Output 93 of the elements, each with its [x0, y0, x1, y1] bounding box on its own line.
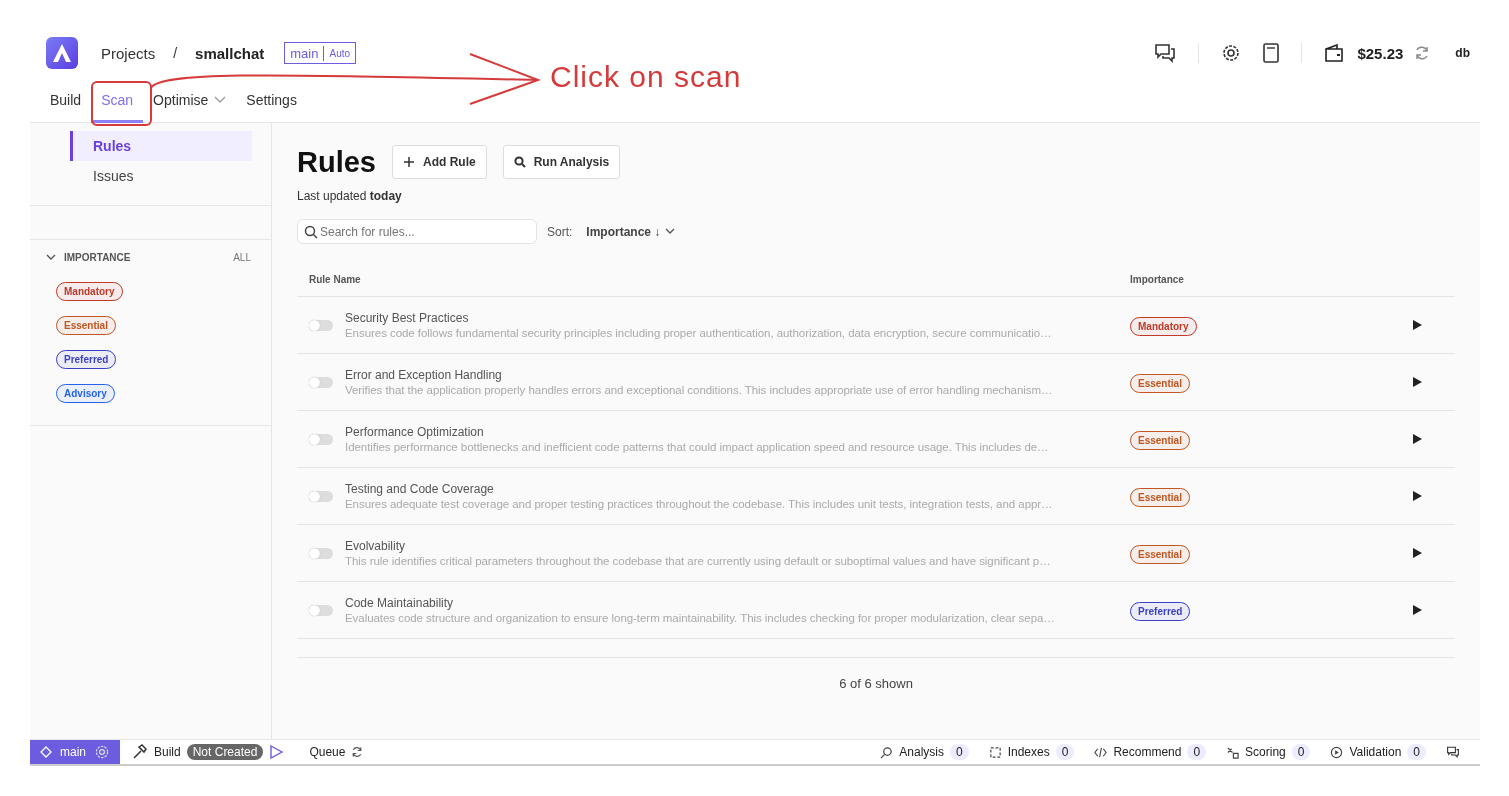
status-icon: [880, 745, 894, 759]
sidebar-item[interactable]: Rules: [70, 131, 252, 161]
toggle-switch[interactable]: [309, 490, 333, 502]
importance-badge: Essential: [1130, 488, 1190, 507]
rule-name: Testing and Code Coverage: [345, 482, 495, 496]
counter-label[interactable]: Recommend: [1113, 745, 1182, 759]
branch-chip[interactable]: main: [30, 740, 120, 764]
settings-icon[interactable]: [1221, 43, 1242, 63]
rule-description: Ensures adequate test coverage and proper testing practices throughout the codebase. This includes unit tests, integration tests, and appr…: [345, 498, 1054, 510]
filter-title: IMPORTANCE: [64, 252, 131, 263]
counter-label[interactable]: Validation: [1349, 745, 1402, 759]
play-icon[interactable]: [1413, 320, 1422, 330]
counter-label[interactable]: Analysis: [899, 745, 944, 759]
sort-dropdown[interactable]: Importance ↓: [580, 223, 682, 240]
column-header: Importance: [1129, 273, 1185, 285]
nav-tab[interactable]: Settings: [236, 92, 307, 123]
chat-icon[interactable]: [1154, 43, 1177, 63]
row-count-text: 6 of 6 shown: [297, 657, 1455, 691]
status-icon: [1094, 745, 1108, 759]
book-icon[interactable]: [1263, 43, 1280, 63]
importance-tag[interactable]: Mandatory: [56, 282, 123, 301]
chevron-down-icon[interactable]: [214, 96, 227, 104]
page-title: Rules: [297, 145, 376, 179]
rule-description: Ensures code follows fundamental security principles including proper authentication, authorization, data encryption, secure communicatio…: [345, 327, 1053, 339]
importance-badge: Essential: [1130, 545, 1190, 564]
status-icon: [988, 745, 1002, 759]
sort-label: Sort:: [547, 224, 573, 239]
refresh-icon[interactable]: [351, 746, 364, 758]
breadcrumb-link[interactable]: Projects: [101, 44, 156, 62]
add-rule-button[interactable]: Add Rule: [392, 145, 487, 179]
rule-name: Performance Optimization: [345, 425, 485, 439]
status-icon: [1226, 745, 1240, 759]
counter-label[interactable]: Scoring: [1245, 745, 1286, 759]
search-icon: [513, 156, 526, 168]
play-icon[interactable]: [1413, 377, 1422, 387]
balance-amount: $25.23: [1357, 44, 1404, 62]
importance-tag[interactable]: Advisory: [56, 384, 115, 403]
rule-name: Error and Exception Handling: [345, 368, 503, 382]
importance-badge: Preferred: [1130, 602, 1191, 621]
branch-selector[interactable]: main Auto: [284, 42, 357, 64]
plus-icon: [403, 156, 415, 168]
counter-badge: 0: [1407, 744, 1426, 760]
queue-label: Queue: [309, 745, 346, 759]
importance-badge: Mandatory: [1130, 317, 1197, 336]
rule-name: Evolvability: [345, 539, 407, 553]
chevron-icon[interactable]: [46, 254, 56, 261]
rule-name: Code Maintainability: [345, 596, 455, 610]
annotation-text: Click on scan: [550, 60, 742, 94]
status-icon: [1330, 745, 1344, 759]
branch-icon: [40, 746, 52, 758]
nav-tab[interactable]: Build: [40, 92, 92, 123]
search-field[interactable]: Search for rules...: [297, 219, 537, 244]
importance-tag[interactable]: Preferred: [56, 350, 117, 369]
chat-icon[interactable]: [1446, 746, 1460, 758]
play-icon[interactable]: [1413, 491, 1422, 501]
all-link[interactable]: ALL: [233, 252, 251, 263]
wallet-icon: [1324, 44, 1345, 62]
highlight-box: [91, 81, 152, 126]
app-logo-icon[interactable]: [46, 37, 78, 69]
counter-badge: 0: [950, 744, 969, 760]
last-updated-text: Last updated today: [297, 189, 403, 203]
build-status-badge: Not Created: [186, 744, 264, 760]
toggle-switch[interactable]: [309, 433, 333, 445]
user-initials[interactable]: db: [1455, 46, 1470, 60]
rule-description: Evaluates code structure and organization to ensure long-term maintainability. This includes checking for proper modularization, clear sepa…: [345, 612, 1056, 624]
build-label: Build: [154, 745, 181, 759]
sidebar-item[interactable]: Issues: [70, 161, 252, 191]
nav-tab[interactable]: Optimise: [143, 92, 237, 123]
importance-tag[interactable]: Essential: [56, 316, 116, 335]
counter-badge: 0: [1187, 744, 1207, 760]
importance-badge: Essential: [1130, 374, 1190, 393]
play-icon[interactable]: [1413, 434, 1422, 444]
project-name: smallchat: [195, 44, 265, 62]
column-header: Rule Name: [308, 273, 362, 285]
rule-name: Security Best Practices: [345, 311, 470, 325]
counter-badge: 0: [1055, 744, 1075, 760]
toggle-switch[interactable]: [309, 547, 333, 559]
run-analysis-button[interactable]: Run Analysis: [502, 145, 621, 179]
counter-label[interactable]: Indexes: [1007, 745, 1050, 759]
refresh-icon[interactable]: [1414, 45, 1431, 61]
play-icon[interactable]: [1413, 548, 1422, 558]
toggle-switch[interactable]: [309, 376, 333, 388]
play-icon[interactable]: [1413, 605, 1422, 615]
chevron-down-icon: [665, 228, 676, 235]
rule-description: Verifies that the application properly handles errors and exceptional conditions. This includes appropriate use of error handling mechanism…: [345, 384, 1054, 396]
rule-description: This rule identifies critical parameters throughout the codebase that are currently using default or suboptimal values and have significant p…: [345, 555, 1052, 567]
hammer-icon: [132, 744, 148, 760]
rule-description: Identifies performance bottlenecks and inefficient code patterns that could impact application speed and resource usage. This includes de…: [345, 441, 1050, 453]
toggle-switch[interactable]: [309, 319, 333, 331]
importance-badge: Essential: [1130, 431, 1190, 450]
breadcrumb-separator: /: [173, 45, 178, 61]
counter-badge: 0: [1291, 744, 1311, 760]
toggle-switch[interactable]: [309, 604, 333, 616]
